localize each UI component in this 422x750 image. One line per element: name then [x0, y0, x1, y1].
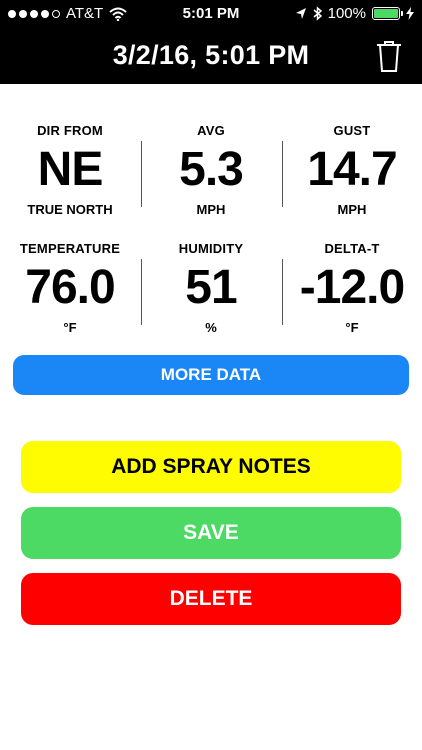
reading-unit: TRUE NORTH — [27, 202, 113, 217]
reading-unit: °F — [63, 320, 77, 335]
reading-label: HUMIDITY — [178, 241, 244, 256]
reading-label: AVG — [197, 123, 225, 138]
more-data-button[interactable]: MORE DATA — [13, 355, 409, 395]
reading-value: 51 — [185, 261, 237, 314]
battery-percent: 100% — [327, 5, 366, 22]
status-right: 100% — [295, 5, 414, 22]
battery-fill — [374, 9, 398, 18]
trash-icon[interactable] — [374, 38, 404, 74]
reading-label: GUST — [333, 123, 371, 138]
status-bar: AT&T 5:01 PM 100% — [0, 0, 422, 28]
bluetooth-icon — [313, 6, 322, 21]
nav-header: 3/2/16, 5:01 PM — [0, 28, 422, 84]
reading-value: 5.3 — [179, 143, 244, 196]
reading-unit: MPH — [196, 202, 226, 217]
reading-dir-from: DIR FROM NE TRUE NORTH — [0, 123, 140, 217]
reading-avg: AVG 5.3 MPH — [141, 123, 281, 217]
reading-value: -12.0 — [299, 261, 405, 314]
reading-value: NE — [37, 143, 104, 196]
page-title: 3/2/16, 5:01 PM — [112, 40, 310, 70]
reading-unit: % — [205, 320, 217, 335]
reading-value: 14.7 — [307, 143, 397, 196]
reading-unit: MPH — [337, 202, 367, 217]
battery-icon — [372, 7, 403, 20]
reading-value: 76.0 — [25, 261, 115, 314]
reading-delta-t: DELTA-T -12.0 °F — [282, 241, 422, 335]
reading-label: DIR FROM — [37, 123, 103, 138]
reading-gust: GUST 14.7 MPH — [282, 123, 422, 217]
location-arrow-icon — [295, 8, 306, 19]
reading-temperature: TEMPERATURE 76.0 °F — [0, 241, 140, 335]
reading-label: DELTA-T — [324, 241, 380, 256]
reading-humidity: HUMIDITY 51 % — [141, 241, 281, 335]
reading-label: TEMPERATURE — [19, 241, 121, 256]
charging-bolt-icon — [406, 7, 414, 20]
add-spray-notes-button[interactable]: ADD SPRAY NOTES — [21, 441, 401, 493]
delete-button[interactable]: DELETE — [21, 573, 401, 625]
reading-unit: °F — [345, 320, 359, 335]
save-button[interactable]: SAVE — [21, 507, 401, 559]
